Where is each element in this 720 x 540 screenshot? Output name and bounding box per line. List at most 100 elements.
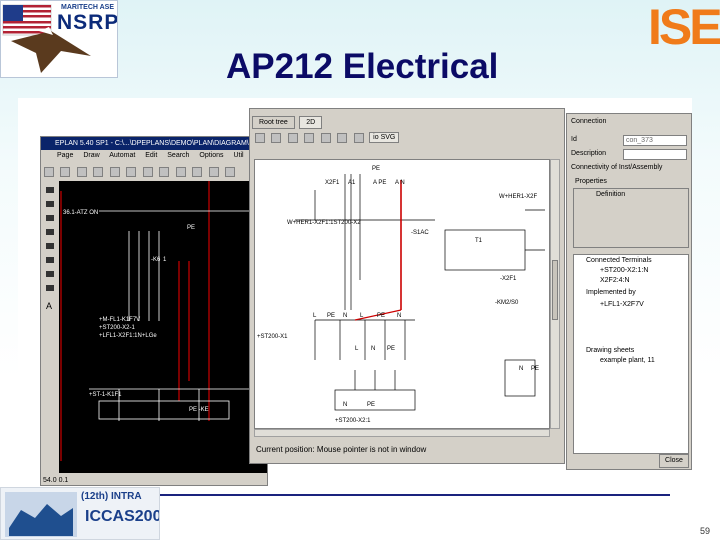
menu-automat[interactable]: Automat <box>109 152 135 159</box>
zoom-in-icon[interactable] <box>287 132 298 143</box>
menu-util[interactable]: Util <box>233 152 243 159</box>
drawing-label-22: -KM2/S0 <box>495 300 519 306</box>
redo-icon[interactable] <box>175 166 186 177</box>
cad-label-lfl1: +LFL1-X2F1:1N+LGe <box>99 333 157 339</box>
nsrp-logo: MARITECH ASE NSRP <box>0 0 118 78</box>
menu-search[interactable]: Search <box>167 152 189 159</box>
viewer-tabs: Root tree 2D <box>252 111 323 129</box>
drawing-label-17: L <box>355 346 359 352</box>
iccas-year-text: (12th) INTRA <box>81 491 142 502</box>
id-label: Id <box>571 136 577 143</box>
cad-label-k6: -K6 <box>151 257 161 263</box>
paste-icon[interactable] <box>142 166 153 177</box>
drawing-label-15: N <box>397 313 401 319</box>
tree-implemented-by[interactable]: Implemented by <box>586 289 636 296</box>
tree-drawing-sheet-1[interactable]: example plant, 11 <box>600 357 655 364</box>
id-field[interactable]: con_373 <box>623 135 687 146</box>
checkbox-icon[interactable] <box>353 132 364 143</box>
new-file-icon[interactable] <box>44 166 54 177</box>
cad-status-bar: 54.0 0.1 <box>43 477 69 484</box>
cad-label-pe: PE <box>187 225 195 231</box>
cad-canvas[interactable]: 36.1-ATZ ON PE -K6 1 +M-FL1-K1F7V +ST200… <box>59 181 267 473</box>
footer-rule <box>100 494 670 496</box>
print-icon[interactable] <box>93 166 104 177</box>
cad-toolbar <box>43 163 265 179</box>
properties-table: Definition <box>573 188 689 248</box>
pan-icon[interactable] <box>271 132 282 143</box>
cad-label-m-fl1: +M-FL1-K1F7V <box>99 317 140 323</box>
cad-side-toolbar: A <box>41 181 59 473</box>
ise-logo-text: ISE <box>648 0 720 55</box>
drawing-label-20: N <box>519 366 523 372</box>
drawing-label-10: L <box>313 313 317 319</box>
drawing-label-8: W+HER1-X2F <box>499 194 538 200</box>
tree-terminal-2[interactable]: X2F2:4:N <box>600 277 630 284</box>
iccas-main-text: ICCAS2005 <box>85 508 159 525</box>
properties-group-label: Properties <box>575 178 607 185</box>
drawing-label-2: A1 <box>348 180 356 186</box>
drawing-label-12: N <box>343 313 347 319</box>
cad-label-st200: +ST200-X2-1 <box>99 325 136 331</box>
cad-window: EPLAN 5.40 SP1 - C:\...\DPEPLANS\DEMO\PL… <box>40 136 268 486</box>
cad-menubar: Page Draw Automat Edit Search Options Ut… <box>41 150 267 162</box>
tree-implementation-1[interactable]: +LFL1-X2F7V <box>600 301 644 308</box>
zoom-icon[interactable] <box>192 166 203 177</box>
drawing-label-19: PE <box>387 346 395 352</box>
zoom-window-icon[interactable] <box>337 132 348 143</box>
drawing-label-4: A N <box>395 180 405 186</box>
drawing-label-1: X2F1 <box>325 180 340 186</box>
drawing-label-0: PE <box>372 166 380 172</box>
cad-label-one: 1 <box>163 257 167 263</box>
slide-title: AP212 Electrical <box>226 47 499 86</box>
save-icon[interactable] <box>76 166 87 177</box>
connectivity-label: Connectivity of Inst/Assembly <box>571 164 663 171</box>
description-field[interactable] <box>623 149 687 160</box>
menu-options[interactable]: Options <box>199 152 223 159</box>
tab-2d[interactable]: 2D <box>299 116 323 129</box>
ise-logo: ISE <box>640 0 720 60</box>
viewer-window: Root tree 2D io SVG PE X2F1 A1 A PE A N … <box>249 108 565 464</box>
copy-icon[interactable] <box>126 166 137 177</box>
drawing-label-6: -S1AC <box>411 230 429 236</box>
refresh-icon[interactable] <box>224 166 235 177</box>
description-label: Description <box>571 150 607 157</box>
cut-icon[interactable] <box>109 166 120 177</box>
drawing-label-5: W+HER1-X2F1:1ST200-X2 <box>287 220 361 226</box>
menu-edit[interactable]: Edit <box>145 152 157 159</box>
tree-drawing-sheets[interactable]: Drawing sheets <box>586 347 634 354</box>
tree-connected-terminals[interactable]: Connected Terminals <box>586 257 652 264</box>
close-button[interactable]: Close <box>659 454 689 468</box>
drawing-label-14: PE <box>377 313 385 319</box>
viewer-status-text: Current position: Mouse pointer is not i… <box>256 445 427 454</box>
application-screenshot: EPLAN 5.40 SP1 - C:\...\DPEPLANS\DEMO\PL… <box>18 98 692 490</box>
drawing-label-18: N <box>371 346 375 352</box>
open-file-icon[interactable] <box>60 166 71 177</box>
cad-label-st1: +ST-1-K1F1 <box>89 392 122 398</box>
relations-tree[interactable]: Connected Terminals +ST200-X2:1:N X2F2:4… <box>573 254 689 454</box>
undo-icon[interactable] <box>159 166 170 177</box>
drawing-label-24: PE <box>367 402 375 408</box>
select-icon[interactable] <box>255 132 265 143</box>
drawing-label-9: -X2F1 <box>500 276 517 282</box>
menu-draw[interactable]: Draw <box>83 152 99 159</box>
viewer-vertical-scrollbar[interactable] <box>550 159 560 429</box>
menu-page[interactable]: Page <box>57 152 73 159</box>
page-number: 59 <box>700 526 711 536</box>
scrollbar-thumb[interactable] <box>552 260 558 320</box>
svg-text:A: A <box>46 301 52 311</box>
zoom-fit-icon[interactable] <box>320 132 331 143</box>
properties-panel: Connection Id con_373 Description Connec… <box>566 113 692 470</box>
drawing-label-23: N <box>343 402 347 408</box>
cad-label-pe-ke: PE -KE <box>189 407 209 413</box>
tab-root-tree[interactable]: Root tree <box>252 116 295 129</box>
tree-terminal-1[interactable]: +ST200-X2:1:N <box>600 267 648 274</box>
logo-sub-text: MARITECH ASE <box>61 4 115 11</box>
drawing-label-16: +ST200-X1 <box>257 334 288 340</box>
connection-group-label: Connection <box>571 118 607 125</box>
viewer-canvas[interactable]: PE X2F1 A1 A PE A N W+HER1-X2F1:1ST200-X… <box>254 159 550 429</box>
viewer-horizontal-scrollbar[interactable] <box>254 429 550 437</box>
definition-header: Definition <box>596 191 626 198</box>
grid-icon[interactable] <box>208 166 219 177</box>
svg-toggle-button[interactable]: io SVG <box>369 132 400 144</box>
zoom-out-icon[interactable] <box>304 132 315 143</box>
